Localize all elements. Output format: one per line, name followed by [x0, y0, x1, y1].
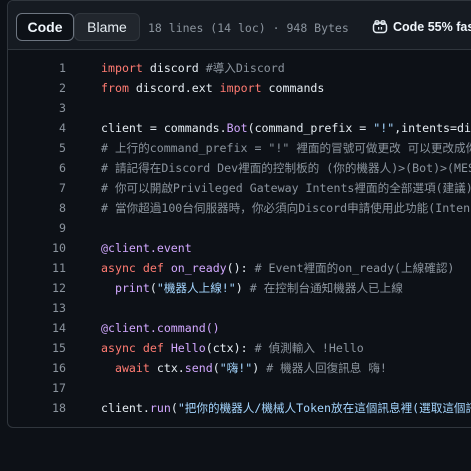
code-line: 18 client.run("把你的機器人/機械人Token放在這個訊息裡(選取這…: [8, 398, 471, 418]
code-line: 17: [8, 378, 471, 398]
line-number[interactable]: 14: [8, 318, 66, 338]
code-text: import discord #導入Discord: [101, 61, 285, 75]
copilot-label: Code 55% faste: [393, 20, 471, 34]
code-line: 6 # 請記得在Discord Dev裡面的控制板的 (你的機器人)>(Bot)>…: [8, 158, 471, 178]
line-number[interactable]: 6: [8, 158, 66, 178]
code-line: 9: [8, 218, 471, 238]
code-text: client.run("把你的機器人/機械人Token放在這個訊息裡(選取這個訊: [101, 401, 471, 415]
code-line: 8 # 當你超過100台伺服器時，你必須向Discord申請使用此功能(Inten: [8, 198, 471, 218]
code-line: 14 @client.command(): [8, 318, 471, 338]
code-line: 2 from discord.ext import commands: [8, 78, 471, 98]
code-line: 16 await ctx.send("嗨!") # 機器人回復訊息 嗨!: [8, 358, 471, 378]
code-text: print("機器人上線!") # 在控制台通知機器人已上線: [114, 281, 403, 295]
code-line: 10 @client.event: [8, 238, 471, 258]
code-line: 12 print("機器人上線!") # 在控制台通知機器人已上線: [8, 278, 471, 298]
file-meta: 18 lines (14 loc) · 948 Bytes: [148, 21, 349, 35]
code-text: @client.event: [101, 241, 192, 255]
code-line: 7 # 你可以開啟Privileged Gateway Intents裡面的全部選…: [8, 178, 471, 198]
copilot-button[interactable]: Code 55% faste: [372, 20, 471, 34]
line-number[interactable]: 11: [8, 258, 66, 278]
code-panel: Code Blame 18 lines (14 loc) · 948 Bytes…: [7, 0, 471, 428]
line-number[interactable]: 18: [8, 398, 66, 418]
code-line: 3: [8, 98, 471, 118]
code-line: 4 client = commands.Bot(command_prefix = …: [8, 118, 471, 138]
code-line: 15 async def Hello(ctx): # 偵測輸入 !Hello: [8, 338, 471, 358]
code-text: @client.command(): [101, 321, 220, 335]
line-number[interactable]: 1: [8, 58, 66, 78]
line-number[interactable]: 17: [8, 378, 66, 398]
code-line: 5 # 上行的command_prefix = "!" 裡面的冒號可做更改 可以更…: [8, 138, 471, 158]
code-text: async def on_ready(): # Event裡面的on_ready…: [101, 261, 455, 275]
code-line: 13: [8, 298, 471, 318]
code-text: # 當你超過100台伺服器時，你必須向Discord申請使用此功能(Inten: [101, 201, 471, 215]
code-text: await ctx.send("嗨!") # 機器人回復訊息 嗨!: [114, 361, 387, 375]
line-number[interactable]: 16: [8, 358, 66, 378]
code-line: 11 async def on_ready(): # Event裡面的on_rea…: [8, 258, 471, 278]
line-number[interactable]: 8: [8, 198, 66, 218]
line-number[interactable]: 10: [8, 238, 66, 258]
blame-tab[interactable]: Blame: [74, 13, 140, 41]
code-tab[interactable]: Code: [16, 13, 74, 41]
code-text: async def Hello(ctx): # 偵測輸入 !Hello: [101, 341, 364, 355]
line-number[interactable]: 3: [8, 98, 66, 118]
line-number[interactable]: 2: [8, 78, 66, 98]
code-text: from discord.ext import commands: [101, 81, 325, 95]
code-text: # 你可以開啟Privileged Gateway Intents裡面的全部選項…: [101, 181, 471, 195]
code-text: # 上行的command_prefix = "!" 裡面的冒號可做更改 可以更改…: [101, 141, 471, 155]
code-text: # 請記得在Discord Dev裡面的控制板的 (你的機器人)>(Bot)>(…: [101, 161, 471, 175]
code-text: client = commands.Bot(command_prefix = "…: [101, 121, 471, 135]
file-toolbar: Code Blame 18 lines (14 loc) · 948 Bytes…: [8, 1, 471, 50]
line-number[interactable]: 15: [8, 338, 66, 358]
line-number[interactable]: 9: [8, 218, 66, 238]
line-number[interactable]: 7: [8, 178, 66, 198]
line-number[interactable]: 12: [8, 278, 66, 298]
line-number[interactable]: 4: [8, 118, 66, 138]
line-number[interactable]: 13: [8, 298, 66, 318]
code-line: 1 import discord #導入Discord: [8, 58, 471, 78]
copilot-icon: [372, 20, 388, 34]
line-number[interactable]: 5: [8, 138, 66, 158]
view-switcher: Code Blame: [16, 13, 140, 43]
